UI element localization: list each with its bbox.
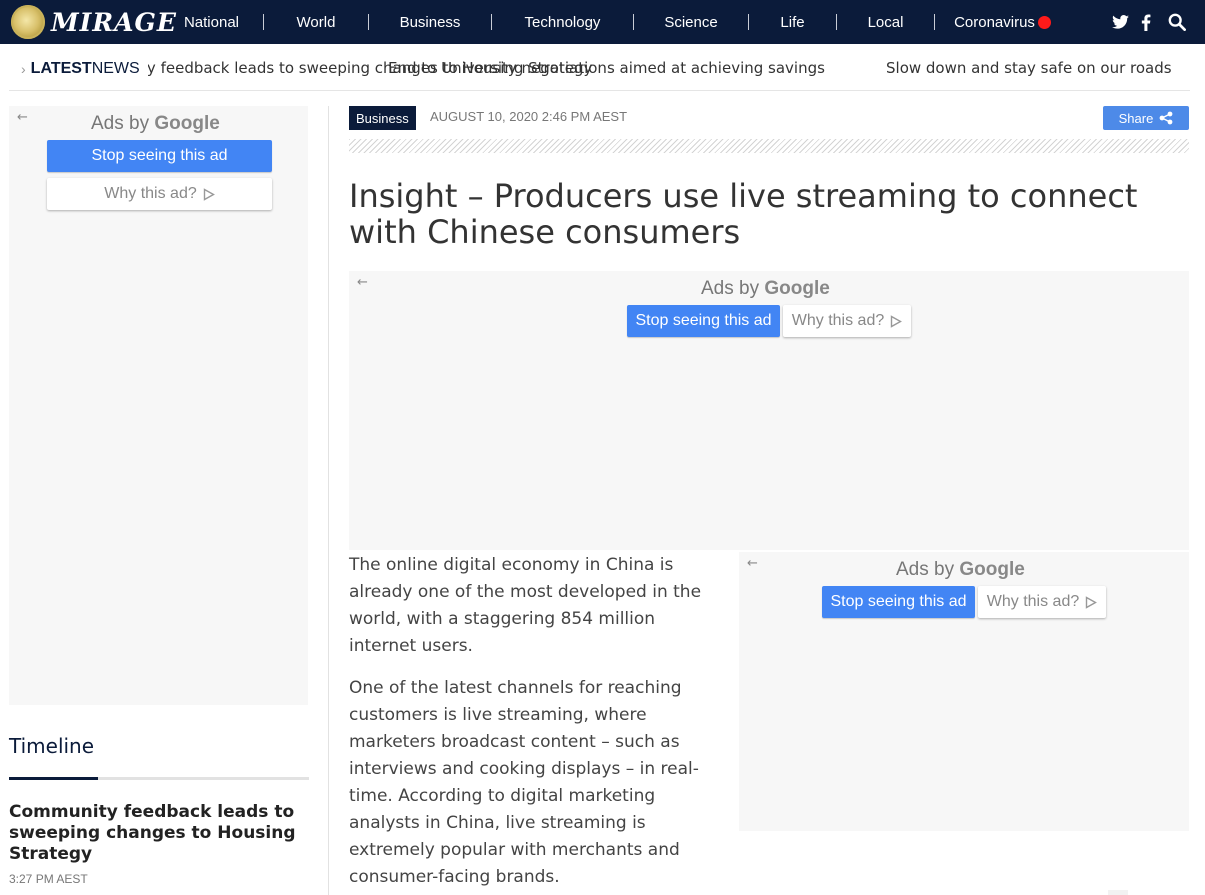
- social-links: [1108, 0, 1205, 44]
- article-title: Insight – Producers use live streaming t…: [349, 177, 1138, 251]
- why-this-ad-button[interactable]: Why this ad?: [47, 178, 272, 210]
- ads-by-google: Ads by Google: [91, 113, 220, 135]
- share-button[interactable]: Share: [1103, 106, 1189, 130]
- nav-coronavirus-label: Coronavirus: [954, 13, 1035, 31]
- top-nav-bar: MIRAGE National World Business Technolog…: [0, 0, 1205, 44]
- hatched-divider: [349, 139, 1189, 153]
- timeline-title: Timeline: [9, 734, 95, 758]
- latest-label-bold: LATEST: [30, 60, 92, 77]
- nav-item-coronavirus[interactable]: Coronavirus: [935, 0, 1070, 44]
- latest-label-rest: NEWS: [91, 60, 140, 77]
- article-ad-right: ← Ads by Google Stop seeing this ad Why …: [739, 552, 1189, 831]
- why-this-ad-label: Why this ad?: [986, 593, 1080, 610]
- why-this-ad-button[interactable]: Why this ad?: [978, 586, 1106, 618]
- stop-seeing-ad-button[interactable]: Stop seeing this ad: [627, 305, 780, 337]
- ad-back-arrow-icon[interactable]: ←: [357, 275, 368, 290]
- nav-item-technology[interactable]: Technology: [492, 0, 633, 44]
- scroll-indicator: [1108, 890, 1128, 895]
- why-this-ad-button[interactable]: Why this ad?: [783, 305, 911, 337]
- ads-by-google: Ads by Google: [896, 559, 1025, 581]
- logo-text: MIRAGE: [51, 7, 177, 37]
- timeline-headline-link[interactable]: Community feedback leads to sweeping cha…: [9, 802, 309, 865]
- chevron-right-icon: ›: [21, 61, 26, 77]
- google-label: Google: [959, 559, 1025, 580]
- facebook-icon[interactable]: [1134, 10, 1158, 34]
- ads-by-google: Ads by Google: [701, 278, 830, 300]
- share-label: Share: [1118, 110, 1154, 126]
- main-nav: National World Business Technology Scien…: [160, 0, 1070, 44]
- latest-news-label: › LATEST NEWS: [21, 60, 148, 78]
- article-date: AUGUST 10, 2020 2:46 PM AEST: [430, 109, 628, 124]
- logo-sun-icon: [11, 5, 45, 39]
- google-label: Google: [764, 278, 830, 299]
- ad-back-arrow-icon[interactable]: ←: [17, 110, 28, 125]
- ad-choices-icon: [891, 314, 903, 328]
- ads-by-label: Ads by: [896, 559, 960, 580]
- ticker-item[interactable]: Slow down and stay safe on our roads: [886, 59, 1172, 77]
- nav-item-world[interactable]: World: [264, 0, 368, 44]
- timeline-time: 3:27 PM AEST: [9, 872, 88, 886]
- article-paragraph: One of the latest channels for reaching …: [349, 678, 699, 887]
- ad-choices-icon: [203, 187, 215, 201]
- stop-seeing-ad-button[interactable]: Stop seeing this ad: [47, 140, 272, 172]
- column-divider: [328, 106, 329, 895]
- search-icon[interactable]: [1165, 10, 1189, 34]
- ads-by-label: Ads by: [701, 278, 765, 299]
- live-dot-icon: [1037, 15, 1051, 29]
- ticker-item[interactable]: End to University negotiations aimed at …: [388, 59, 825, 77]
- ad-choices-icon: [1086, 595, 1098, 609]
- latest-news-ticker: Community feedback leads to sweeping cha…: [9, 47, 1190, 91]
- article-ad-wide: ← Ads by Google Stop seeing this ad Why …: [349, 271, 1189, 550]
- ads-by-label: Ads by: [91, 113, 155, 134]
- ad-back-arrow-icon[interactable]: ←: [747, 556, 758, 571]
- site-logo[interactable]: MIRAGE: [11, 5, 177, 39]
- article-paragraph: The online digital economy in China is a…: [349, 555, 702, 656]
- nav-item-local[interactable]: Local: [837, 0, 934, 44]
- why-this-ad-label: Why this ad?: [104, 185, 197, 202]
- nav-item-science[interactable]: Science: [634, 0, 748, 44]
- nav-item-national[interactable]: National: [160, 0, 263, 44]
- category-badge[interactable]: Business: [349, 106, 416, 130]
- sidebar-ad: ← Ads by Google Stop seeing this ad Why …: [9, 106, 308, 705]
- nav-item-life[interactable]: Life: [749, 0, 836, 44]
- nav-item-business[interactable]: Business: [369, 0, 491, 44]
- stop-seeing-ad-button[interactable]: Stop seeing this ad: [822, 586, 975, 618]
- timeline-underline-active: [9, 777, 98, 780]
- twitter-icon[interactable]: [1108, 10, 1132, 34]
- why-this-ad-label: Why this ad?: [791, 312, 885, 329]
- google-label: Google: [154, 113, 220, 134]
- share-icon: [1159, 111, 1173, 125]
